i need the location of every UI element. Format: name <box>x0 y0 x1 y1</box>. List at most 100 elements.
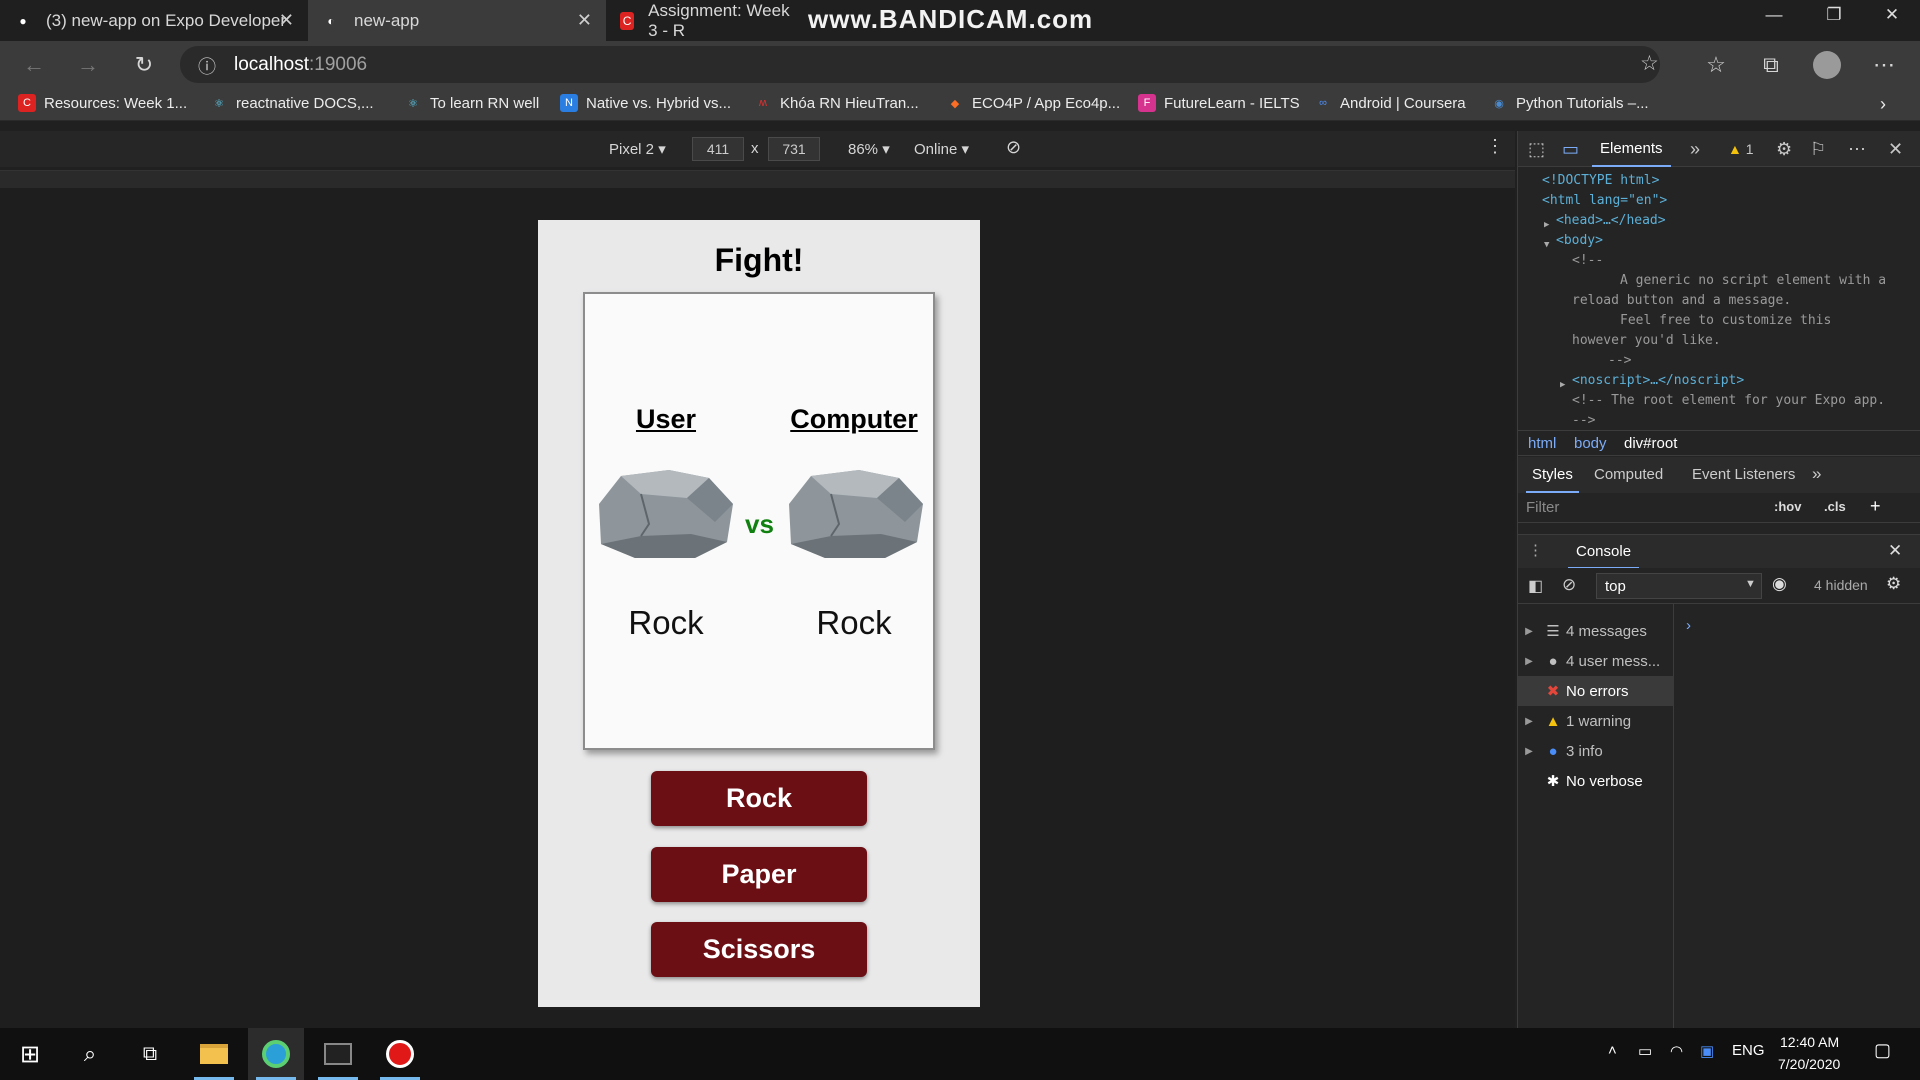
tab-styles[interactable]: Styles <box>1526 457 1579 493</box>
more-icon[interactable]: ⋯ <box>1868 49 1900 81</box>
file-explorer-icon[interactable] <box>186 1028 242 1080</box>
info-icon[interactable]: ⓘ <box>198 53 216 79</box>
star-icon[interactable]: ☆ <box>1640 51 1659 76</box>
settings-icon[interactable]: ⚙ <box>1776 139 1792 160</box>
context-select[interactable]: top ▼ <box>1596 573 1762 599</box>
collapse-arrow-icon[interactable]: ▼ <box>1544 235 1549 255</box>
forward-icon[interactable]: → <box>72 49 104 81</box>
code-line[interactable]: reload button and a message. <box>1572 291 1791 311</box>
tab-elements[interactable]: Elements <box>1592 131 1671 167</box>
close-icon[interactable]: ✕ <box>279 10 294 31</box>
battery-icon[interactable]: ▭ <box>1638 1042 1652 1060</box>
tab-assignment[interactable]: C Assignment: Week 3 - R <box>606 0 806 41</box>
clock-time[interactable]: 12:40 AM <box>1780 1034 1839 1050</box>
code-line[interactable]: <noscript>…</noscript> <box>1572 371 1744 391</box>
rotate-icon[interactable]: ⊘ <box>1006 137 1021 158</box>
maximize-icon[interactable]: ❐ <box>1806 0 1862 30</box>
width-input[interactable]: 411 <box>692 137 744 161</box>
bandicam-record-icon[interactable] <box>372 1028 428 1080</box>
feedback-icon[interactable]: ⚐ <box>1810 139 1826 160</box>
sidebar-item-user-messages[interactable]: ▶ ● 4 user mess... <box>1518 646 1674 676</box>
edge-icon[interactable] <box>248 1028 304 1080</box>
code-line[interactable]: <body> <box>1556 231 1603 251</box>
code-line[interactable]: --> <box>1572 411 1595 426</box>
bookmark-item[interactable]: ⚛ reactnative DOCS,... <box>210 94 374 112</box>
code-line[interactable]: <head>…</head> <box>1556 211 1666 231</box>
styles-filter-input[interactable]: Filter <box>1526 499 1559 516</box>
sidebar-item-errors[interactable]: ✖ No errors <box>1518 676 1674 706</box>
breadcrumb-body[interactable]: body <box>1574 435 1607 452</box>
bookmark-item[interactable]: ◆ ECO4P / App Eco4p... <box>946 94 1120 112</box>
bookmark-item[interactable]: ∞ Android | Coursera <box>1314 94 1466 112</box>
sidebar-toggle-icon[interactable]: ◧ <box>1528 576 1543 596</box>
refresh-icon[interactable]: ↻ <box>128 49 160 81</box>
bookmark-item[interactable]: ʍ Khóa RN HieuTran... <box>754 94 919 112</box>
input-method-icon[interactable]: ▣ <box>1700 1042 1714 1060</box>
hover-state-toggle[interactable]: :hov <box>1774 499 1801 514</box>
more-icon[interactable]: ⋯ <box>1848 139 1866 160</box>
sidebar-item-verbose[interactable]: ✱ No verbose <box>1518 766 1674 796</box>
code-line[interactable]: <!-- The root element for your Expo app. <box>1572 391 1885 411</box>
code-line[interactable]: <!-- <box>1572 251 1603 271</box>
network-select[interactable]: Online ▾ <box>914 140 969 158</box>
expand-arrow-icon[interactable]: ▶ <box>1544 215 1549 235</box>
warning-badge[interactable]: ▲ 1 <box>1728 141 1754 157</box>
back-icon[interactable]: ← <box>18 49 50 81</box>
device-select[interactable]: Pixel 2 ▾ <box>609 140 666 158</box>
terminal-icon[interactable] <box>310 1028 366 1080</box>
breadcrumb-root[interactable]: div#root <box>1624 435 1677 452</box>
minimize-icon[interactable]: — <box>1746 0 1802 30</box>
bookmark-item[interactable]: C Resources: Week 1... <box>18 94 187 112</box>
bookmark-item[interactable]: ◉ Python Tutorials –... <box>1490 94 1648 112</box>
bookmark-item[interactable]: F FutureLearn - IELTS <box>1138 94 1300 112</box>
code-line[interactable]: A generic no script element with a <box>1620 271 1886 291</box>
profile-avatar[interactable] <box>1811 49 1843 81</box>
close-drawer-icon[interactable]: ✕ <box>1888 541 1902 561</box>
clear-console-icon[interactable]: ⊘ <box>1562 575 1576 595</box>
eye-icon[interactable]: ◉ <box>1772 574 1787 594</box>
device-toggle-icon[interactable]: ▭ <box>1562 139 1579 160</box>
tab-expo-developer[interactable]: ● (3) new-app on Expo Developer ✕ <box>0 0 308 41</box>
class-toggle[interactable]: .cls <box>1824 499 1846 514</box>
more-options-icon[interactable]: ⋮ <box>1486 136 1504 157</box>
bookmark-item[interactable]: ⚛ To learn RN well <box>404 94 539 112</box>
drawer-menu-icon[interactable]: ⋮ <box>1528 541 1543 559</box>
chevron-up-icon[interactable]: ˄ <box>1608 1042 1617 1059</box>
console-prompt-icon[interactable]: › <box>1686 617 1691 634</box>
address-bar[interactable]: ⓘ localhost:19006 ☆ <box>180 46 1660 83</box>
language-indicator[interactable]: ENG <box>1732 1042 1765 1059</box>
code-line[interactable]: --> <box>1608 351 1631 371</box>
tab-computed[interactable]: Computed <box>1594 466 1663 483</box>
wifi-icon[interactable]: ◠ <box>1670 1042 1683 1060</box>
windows-start-icon[interactable]: ⊞ <box>2 1028 58 1080</box>
chevron-right-icon[interactable]: › <box>1880 94 1886 115</box>
more-tabs-icon[interactable]: » <box>1812 464 1821 484</box>
code-line[interactable]: <!DOCTYPE html> <box>1542 171 1659 191</box>
search-icon[interactable]: ⌕ <box>62 1028 118 1080</box>
collections-icon[interactable]: ⧉ <box>1755 49 1787 81</box>
scissors-button[interactable]: Scissors <box>651 922 867 977</box>
favorites-icon[interactable]: ☆ <box>1700 49 1732 81</box>
tab-event-listeners[interactable]: Event Listeners <box>1692 466 1795 483</box>
breadcrumb-html[interactable]: html <box>1528 435 1556 452</box>
more-tabs-icon[interactable]: » <box>1690 139 1700 160</box>
sidebar-item-messages[interactable]: ▶ ☰ 4 messages <box>1518 616 1674 646</box>
notification-icon[interactable]: ▢ <box>1874 1040 1891 1061</box>
sidebar-item-info[interactable]: ▶ ● 3 info <box>1518 736 1674 766</box>
media-query-bar[interactable] <box>0 170 1515 188</box>
tab-console[interactable]: Console <box>1568 535 1640 569</box>
tab-new-app[interactable]: ◐ new-app ✕ <box>308 0 606 41</box>
close-devtools-icon[interactable]: ✕ <box>1888 139 1903 160</box>
sidebar-item-warnings[interactable]: ▶ ▲ 1 warning <box>1518 706 1674 736</box>
console-settings-icon[interactable]: ⚙ <box>1886 574 1901 594</box>
code-line[interactable]: however you'd like. <box>1572 331 1721 351</box>
paper-button[interactable]: Paper <box>651 847 867 902</box>
height-input[interactable]: 731 <box>768 137 820 161</box>
code-line[interactable]: <html lang="en"> <box>1542 191 1667 211</box>
code-line[interactable]: Feel free to customize this <box>1620 311 1831 331</box>
clock-date[interactable]: 7/20/2020 <box>1778 1056 1840 1072</box>
task-view-icon[interactable]: ⧉ <box>122 1028 178 1080</box>
close-icon[interactable]: ✕ <box>577 10 592 31</box>
add-rule-icon[interactable]: + <box>1870 496 1881 517</box>
inspect-icon[interactable]: ⬚ <box>1528 139 1545 160</box>
